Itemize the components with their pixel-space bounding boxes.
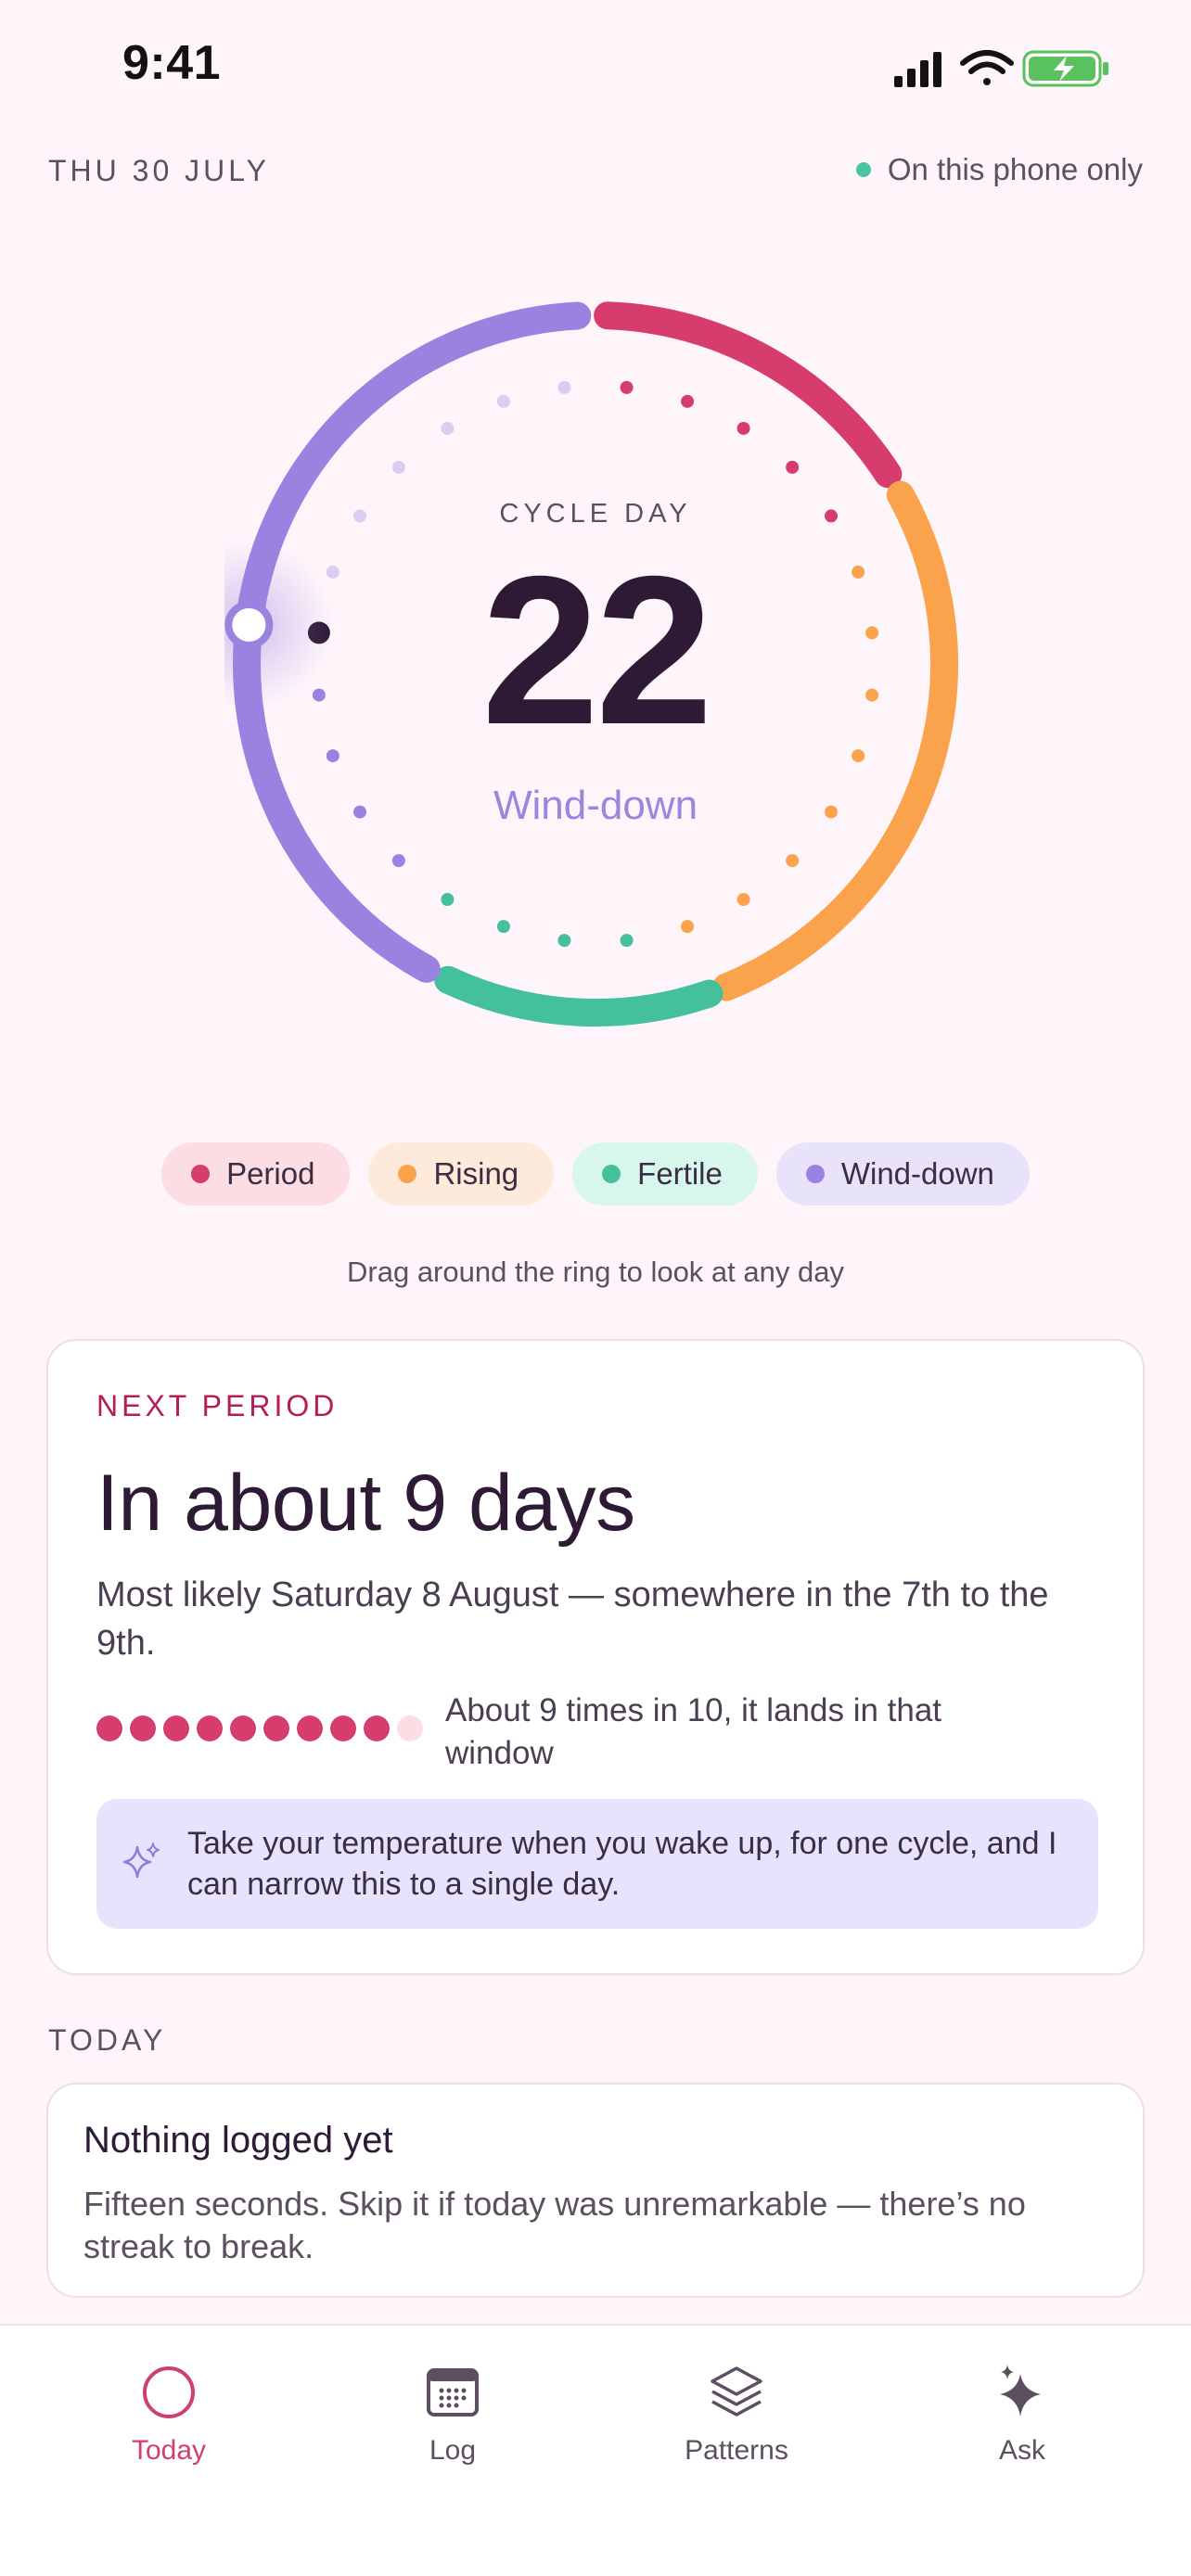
status-bar: 9:41: [0, 0, 1191, 130]
tab-label: Today: [131, 2435, 207, 2466]
confidence-dot-filled: [297, 1715, 323, 1741]
tip-text: Take your temperature when you wake up, …: [187, 1826, 1057, 1902]
status-time: 9:41: [122, 36, 222, 90]
layers-icon: [711, 2366, 762, 2417]
legend-chip-wind-down: Wind-down: [775, 1142, 1030, 1205]
battery-charging-icon: [1022, 50, 1108, 87]
tab-log[interactable]: Log: [360, 2363, 545, 2467]
confidence-dot-filled: [130, 1715, 156, 1741]
legend-chip-rising: Rising: [368, 1142, 555, 1205]
phase-legend: Period Rising Fertile Wind-down: [0, 1142, 1191, 1205]
wind-down-dot-icon: [805, 1165, 825, 1183]
tab-bar: Today Log Patterns Ask: [0, 2324, 1191, 2576]
day-dot[interactable]: [391, 854, 405, 868]
rising-dot-icon: [398, 1165, 417, 1183]
next-period-heading: In about 9 days: [96, 1459, 635, 1548]
confidence-dot-filled: [230, 1715, 256, 1741]
tab-label: Log: [429, 2435, 477, 2466]
confidence-dot-filled: [263, 1715, 289, 1741]
legend-label: Period: [226, 1156, 315, 1191]
confidence-dot-filled: [197, 1715, 223, 1741]
day-dot[interactable]: [441, 893, 455, 907]
day-dot[interactable]: [681, 920, 695, 934]
privacy-status-dot: [855, 162, 871, 177]
next-period-card[interactable]: NEXT PERIOD In about 9 days Most likely …: [46, 1339, 1145, 1975]
fertile-dot-icon: [602, 1165, 621, 1183]
status-icons: [894, 50, 1108, 87]
tab-label: Ask: [998, 2435, 1045, 2466]
day-dot[interactable]: [557, 380, 571, 394]
period-dot-icon: [191, 1165, 211, 1183]
sparkle-icon: [1000, 2365, 1041, 2417]
current-phase: Wind-down: [493, 783, 698, 828]
legend-label: Fertile: [637, 1156, 723, 1191]
privacy-label: On this phone only: [887, 152, 1143, 186]
confidence-dot-filled: [330, 1715, 356, 1741]
tab-label: Patterns: [685, 2435, 788, 2466]
day-dot[interactable]: [736, 893, 750, 907]
calendar-icon: [427, 2368, 479, 2417]
day-dot[interactable]: [786, 854, 800, 868]
confidence-dot-filled: [96, 1715, 122, 1741]
legend-chip-period: Period: [161, 1142, 351, 1205]
day-dot[interactable]: [496, 920, 510, 934]
today-section-label: TODAY: [48, 2023, 167, 2057]
day-dot[interactable]: [620, 380, 634, 394]
legend-label: Wind-down: [840, 1156, 994, 1191]
cellular-signal-icon: [894, 52, 941, 87]
day-dot[interactable]: [736, 421, 750, 435]
confidence-text: About 9 times in 10, it lands in that wi…: [445, 1692, 942, 1771]
day-dot[interactable]: [620, 934, 634, 948]
today-subtitle: Fifteen seconds. Skip it if today was un…: [83, 2185, 1026, 2265]
current-date: THU 30 JULY: [48, 154, 271, 187]
today-title: Nothing logged yet: [83, 2120, 393, 2161]
temperature-tip[interactable]: Take your temperature when you wake up, …: [96, 1799, 1098, 1929]
tab-today[interactable]: Today: [76, 2363, 262, 2467]
wifi-icon: [960, 50, 1014, 85]
today-log-card[interactable]: Nothing logged yet Fifteen seconds. Skip…: [46, 2083, 1145, 2298]
period-arc[interactable]: [594, 301, 903, 489]
tab-patterns[interactable]: Patterns: [644, 2363, 829, 2467]
legend-label: Rising: [433, 1156, 519, 1191]
day-dot[interactable]: [786, 460, 800, 474]
cycle-day-number: 22: [481, 533, 713, 769]
ring-drag-hint: Drag around the ring to look at any day: [347, 1256, 844, 1288]
confidence-dot-filled: [163, 1715, 189, 1741]
next-period-eyebrow: NEXT PERIOD: [96, 1389, 339, 1422]
cycle-ring[interactable]: CYCLE DAY 22 Wind-down: [224, 293, 967, 1035]
cycle-day-label: CYCLE DAY: [499, 499, 692, 529]
day-dot[interactable]: [496, 394, 510, 408]
day-dot[interactable]: [557, 934, 571, 948]
fertile-arc[interactable]: [434, 965, 724, 1027]
confidence-dot-filled: [364, 1715, 390, 1741]
confidence-dot-empty: [397, 1715, 423, 1741]
circle-icon: [143, 2366, 195, 2418]
privacy-indicator: On this phone only: [855, 152, 1143, 187]
day-dot[interactable]: [391, 460, 405, 474]
legend-chip-fertile: Fertile: [572, 1142, 758, 1205]
next-period-description: Most likely Saturday 8 August — somewher…: [96, 1575, 1049, 1663]
day-dot[interactable]: [441, 421, 455, 435]
tab-ask[interactable]: Ask: [929, 2363, 1115, 2467]
confidence-dots: [96, 1715, 423, 1741]
sparkle-icon: [122, 1843, 160, 1879]
day-dot[interactable]: [681, 394, 695, 408]
